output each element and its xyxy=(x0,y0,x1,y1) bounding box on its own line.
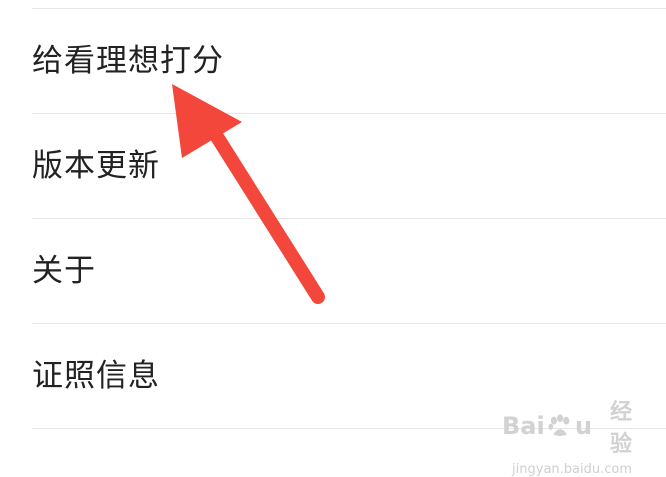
menu-item-label: 关于 xyxy=(32,253,96,289)
menu-item-version-update[interactable]: 版本更新 xyxy=(0,114,666,219)
menu-item-rate-app[interactable]: 给看理想打分 xyxy=(0,9,666,114)
settings-screen: 给看理想打分 版本更新 关于 证照信息 Bai u 经验 jingyan.bai… xyxy=(0,0,666,477)
watermark-brand-a: Bai xyxy=(502,412,545,440)
watermark-brand-b: u xyxy=(574,412,593,440)
settings-menu-list: 给看理想打分 版本更新 关于 证照信息 xyxy=(0,9,666,429)
menu-item-about[interactable]: 关于 xyxy=(0,219,666,324)
paw-icon xyxy=(548,414,570,437)
menu-item-label: 给看理想打分 xyxy=(32,43,224,79)
menu-item-label: 版本更新 xyxy=(32,148,160,184)
watermark-brand-cn: 经验 xyxy=(609,400,632,457)
menu-item-label: 证照信息 xyxy=(32,358,160,394)
baidu-jingyan-watermark: Bai u 经验 jingyan.baidu.com xyxy=(502,394,632,477)
watermark-url: jingyan.baidu.com xyxy=(512,462,632,477)
